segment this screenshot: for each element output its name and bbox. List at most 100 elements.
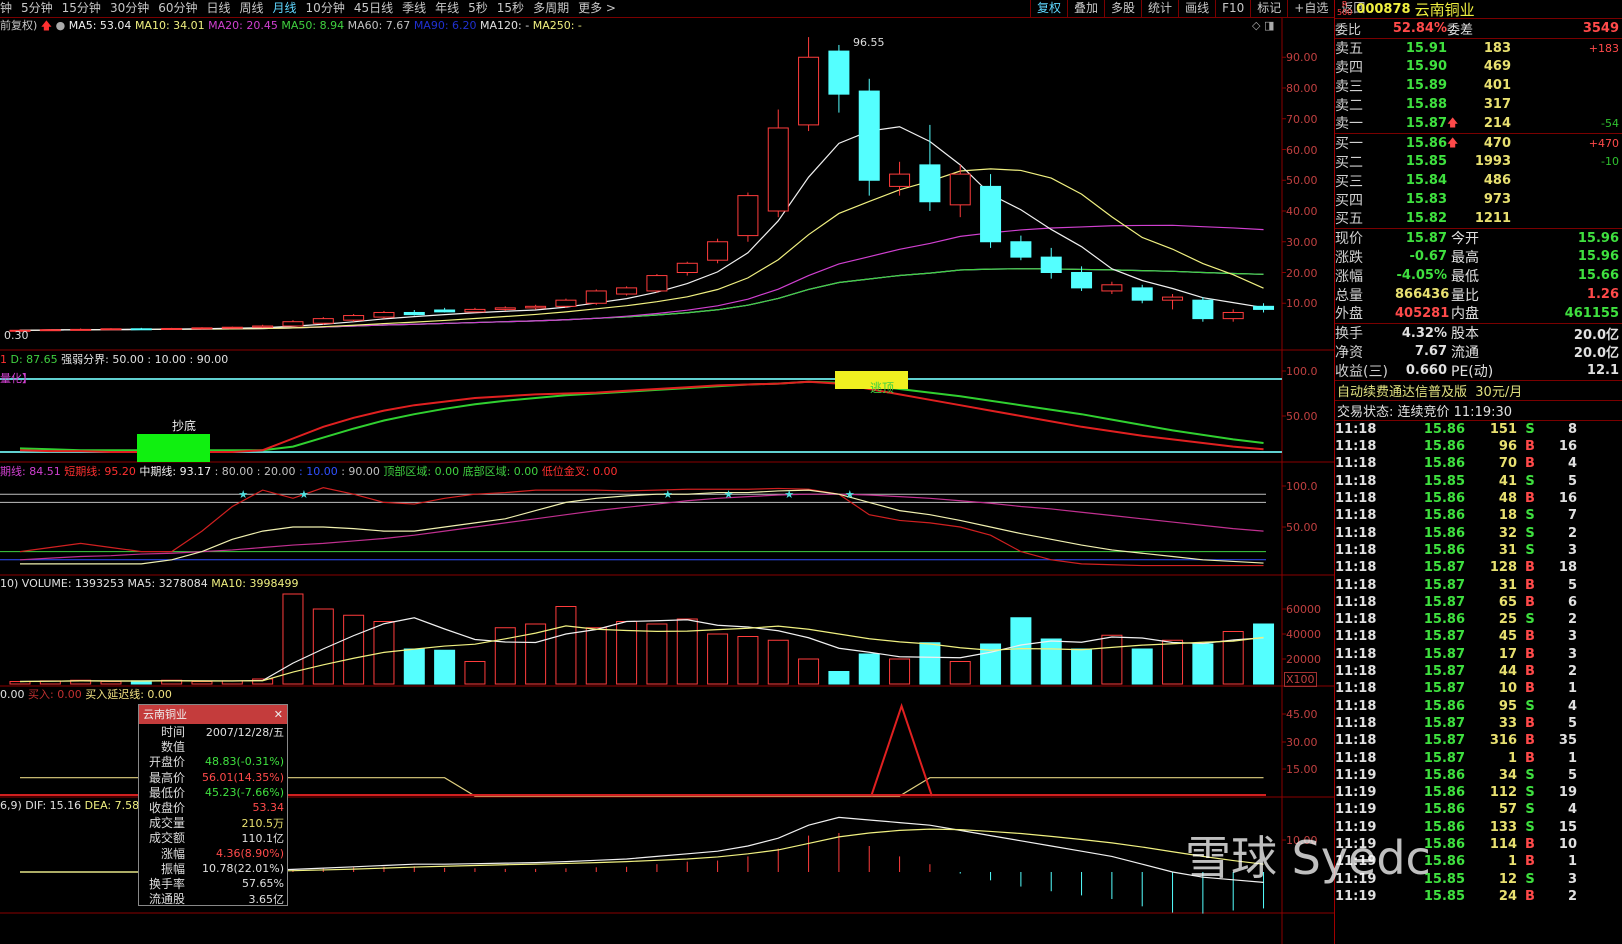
tick-list[interactable]: 11:18 15.86 151 S 8 11:18 15.86 96 B 16 11:18 15.86…	[1335, 421, 1622, 905]
candle-up[interactable]	[494, 307, 516, 310]
candle-up[interactable]	[221, 326, 243, 329]
candle-down[interactable]	[1192, 299, 1214, 320]
candle-up[interactable]	[616, 287, 638, 295]
candle-up[interactable]	[949, 173, 971, 206]
candle-up[interactable]	[1162, 296, 1184, 301]
stat-label: PE(动)	[1451, 363, 1494, 380]
candle-up[interactable]	[100, 328, 122, 331]
volume-bar[interactable]	[646, 623, 668, 685]
stock-header: R 500 000878 云南铜业	[1335, 0, 1622, 19]
stat-value: 0.660	[1405, 363, 1447, 379]
volume-bar[interactable]	[434, 649, 456, 685]
stat-value: 4.32%	[1401, 325, 1447, 341]
volume-bar[interactable]	[1192, 643, 1214, 685]
candle-up[interactable]	[282, 321, 304, 327]
order-level-row[interactable]: 买五 15.82 1211	[1335, 209, 1622, 228]
order-level-row[interactable]: 买二 15.85 1993 -10	[1335, 153, 1622, 172]
candle-up[interactable]	[707, 241, 729, 261]
candle-down[interactable]	[919, 164, 941, 203]
order-level-row[interactable]: 买一 15.86 🡅 470 +470	[1335, 134, 1622, 153]
candle-up[interactable]	[1222, 311, 1244, 320]
candle-up[interactable]	[767, 127, 789, 212]
volume-bar[interactable]	[100, 681, 122, 685]
tick-side: B	[1525, 854, 1535, 870]
volume-ma5: MA5: 3278084	[127, 577, 208, 590]
candle-down[interactable]	[403, 311, 425, 316]
order-level-row[interactable]: 卖一 15.87 🡅 214 -54	[1335, 114, 1622, 133]
promo-banner[interactable]: 自动续费通达信普及版 30元/月	[1335, 381, 1622, 401]
volume-bar[interactable]	[1131, 648, 1153, 685]
volume-bar[interactable]	[798, 658, 820, 685]
volume-bar[interactable]	[464, 661, 486, 685]
candle-up[interactable]	[343, 315, 365, 321]
volume-bar[interactable]	[737, 636, 759, 685]
volume-bar[interactable]	[555, 606, 577, 685]
candle-down[interactable]	[1253, 305, 1275, 310]
volume-bar[interactable]	[585, 627, 607, 685]
volume-bar[interactable]	[343, 614, 365, 685]
candle-up[interactable]	[39, 329, 61, 332]
candle-up[interactable]	[525, 305, 547, 309]
panel-toggle-icon[interactable]: ◨	[1264, 19, 1274, 32]
volume-bar[interactable]	[403, 648, 425, 685]
diamond-icon[interactable]: ◇	[1252, 19, 1260, 32]
candle-up[interactable]	[555, 299, 577, 307]
stat-value: 15.66	[1577, 268, 1619, 284]
candle-up[interactable]	[1101, 284, 1123, 292]
candle-down[interactable]	[1040, 256, 1062, 273]
candle-up[interactable]	[312, 318, 334, 324]
candle-down[interactable]	[1131, 287, 1153, 301]
volume-bar[interactable]	[828, 671, 850, 685]
candle-down[interactable]	[858, 90, 880, 181]
close-icon[interactable]: ✕	[274, 705, 283, 724]
order-level-row[interactable]: 卖二 15.88 317	[1335, 95, 1622, 114]
candle-up[interactable]	[676, 262, 698, 273]
candle-down[interactable]	[828, 50, 850, 95]
level-price: 15.86	[1405, 135, 1447, 151]
candle-up[interactable]	[737, 195, 759, 237]
tick-price: 15.86	[1423, 612, 1465, 628]
order-level-row[interactable]: 卖三 15.89 401	[1335, 76, 1622, 95]
volume-bar[interactable]	[1010, 617, 1032, 685]
candle-down[interactable]	[434, 309, 456, 313]
volume-bar[interactable]	[312, 608, 334, 685]
candle-down[interactable]	[980, 185, 1002, 243]
volume-bar[interactable]	[767, 639, 789, 685]
volume-bar[interactable]	[1071, 648, 1093, 685]
volume-bar[interactable]	[919, 642, 941, 685]
tick-price: 15.86	[1423, 491, 1465, 507]
volume-bar[interactable]	[1253, 623, 1275, 685]
volume-bar[interactable]	[252, 678, 274, 685]
candle-up[interactable]	[252, 325, 274, 328]
candle-up[interactable]	[585, 290, 607, 304]
candle-up[interactable]	[70, 328, 92, 331]
tick-side: B	[1525, 456, 1535, 472]
volume-bar[interactable]	[1040, 638, 1062, 685]
volume-bar[interactable]	[1162, 639, 1184, 685]
volume-bar[interactable]	[707, 633, 729, 685]
volume-bar[interactable]	[191, 681, 213, 685]
candle-up[interactable]	[464, 308, 486, 313]
candle-up[interactable]	[646, 275, 668, 292]
order-level-row[interactable]: 卖四 15.90 469	[1335, 58, 1622, 77]
order-level-row[interactable]: 买三 15.84 486	[1335, 171, 1622, 190]
settings-dot-icon[interactable]: ●	[56, 19, 66, 32]
candle-up[interactable]	[798, 56, 820, 126]
volume-bar[interactable]	[1101, 634, 1123, 685]
volume-bar[interactable]	[949, 661, 971, 685]
volume-bar[interactable]	[494, 627, 516, 685]
candle-up[interactable]	[191, 327, 213, 330]
order-level-row[interactable]: 卖五 15.91 183 +183	[1335, 39, 1622, 58]
candle-down[interactable]	[1010, 241, 1032, 258]
order-level-row[interactable]: 买四 15.83 973	[1335, 190, 1622, 209]
volume-bar[interactable]	[858, 653, 880, 685]
candle-up[interactable]	[889, 173, 911, 187]
candle-down[interactable]	[130, 328, 152, 331]
candle-down[interactable]	[1071, 272, 1093, 289]
volume-bar[interactable]	[676, 618, 698, 685]
volume-bar[interactable]	[889, 658, 911, 685]
tick-row: 11:18 15.87 31 B 5	[1335, 576, 1622, 593]
candle-up[interactable]	[373, 311, 395, 318]
tick-volume: 133	[1489, 819, 1517, 835]
candle-up[interactable]	[161, 327, 183, 330]
